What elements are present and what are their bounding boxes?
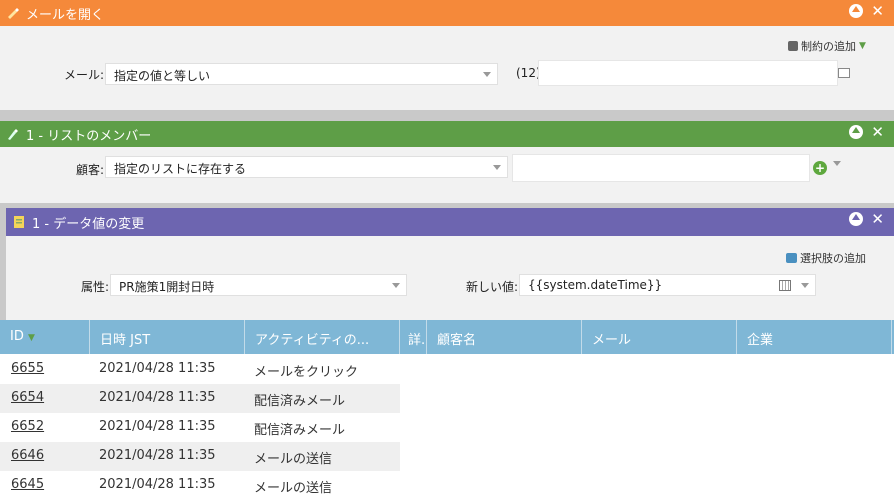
- data-change-header: 1 - データ値の変更 ✕: [6, 208, 894, 236]
- table-row[interactable]: 6645 2021/04/28 11:35 メールの送信: [0, 471, 400, 500]
- add-choice-link[interactable]: 選択肢の追加: [786, 250, 866, 266]
- column-id[interactable]: ID ▼: [0, 320, 90, 354]
- attribute-select[interactable]: PR施策1開封日時: [110, 274, 407, 296]
- email-icon: [6, 6, 20, 20]
- constraint-icon: [788, 41, 798, 51]
- close-icon[interactable]: ✕: [871, 4, 884, 19]
- lookup-icon[interactable]: [838, 68, 850, 78]
- data-change-title: 1 - データ値の変更: [32, 216, 145, 232]
- customer-operator-select[interactable]: 指定のリストに存在する: [105, 156, 508, 178]
- close-icon[interactable]: ✕: [871, 125, 884, 140]
- column-company[interactable]: 企業: [737, 320, 892, 354]
- chevron-down-icon[interactable]: [833, 161, 841, 166]
- column-customer-name[interactable]: 顧客名: [427, 320, 582, 354]
- move-up-icon[interactable]: [849, 125, 864, 139]
- activity-type: メールの送信: [254, 452, 333, 467]
- open-email-title: メールを開く: [26, 7, 105, 23]
- activity-grid: ID ▼ 日時 JST アクティビティの... 詳... 顧客名 メール 企業 …: [0, 320, 894, 502]
- mail-operator-select[interactable]: 指定の値と等しい: [105, 63, 498, 85]
- activity-datetime: 2021/04/28 11:35: [99, 419, 216, 434]
- customer-label: 顧客:: [76, 163, 105, 177]
- activity-type: メールをクリック: [254, 365, 359, 380]
- mail-value-input[interactable]: [538, 60, 838, 86]
- activity-datetime: 2021/04/28 11:35: [99, 390, 216, 405]
- open-email-header: メールを開く ✕: [0, 0, 894, 26]
- attribute-label: 属性:: [81, 280, 110, 294]
- chevron-down-icon: [392, 283, 400, 288]
- column-datetime[interactable]: 日時 JST: [90, 320, 245, 354]
- new-value-input[interactable]: {{system.dateTime}}: [519, 274, 816, 296]
- open-email-panel: 制約の追加 ▼ メール: 指定の値と等しい (12) -: [0, 26, 894, 110]
- activity-type: 配信済みメール: [254, 394, 346, 409]
- table-row[interactable]: 6652 2021/04/28 11:35 配信済みメール: [0, 413, 400, 442]
- calendar-icon[interactable]: [779, 280, 791, 291]
- activity-id-link[interactable]: 6654: [11, 390, 44, 405]
- new-value-label: 新しい値:: [466, 280, 519, 294]
- move-up-icon[interactable]: [849, 212, 864, 226]
- list-member-header: 1 - リストのメンバー ✕: [0, 121, 894, 147]
- chevron-down-icon: [493, 165, 501, 170]
- choice-icon: [786, 253, 797, 263]
- filter-icon: [6, 127, 20, 141]
- table-row[interactable]: 6655 2021/04/28 11:35 メールをクリック: [0, 355, 400, 384]
- sort-desc-icon: ▼: [28, 333, 35, 343]
- table-row[interactable]: 6646 2021/04/28 11:35 メールの送信: [0, 442, 400, 471]
- grid-header: ID ▼ 日時 JST アクティビティの... 詳... 顧客名 メール 企業: [0, 320, 894, 354]
- column-email[interactable]: メール: [582, 320, 737, 354]
- table-row[interactable]: 6654 2021/04/28 11:35 配信済みメール: [0, 384, 400, 413]
- data-icon: [12, 215, 26, 229]
- chevron-down-icon: ▼: [859, 41, 866, 51]
- list-member-title: 1 - リストのメンバー: [26, 128, 152, 144]
- move-up-icon[interactable]: [849, 4, 864, 18]
- activity-id-link[interactable]: 6655: [11, 361, 44, 376]
- activity-datetime: 2021/04/28 11:35: [99, 477, 216, 492]
- activity-type: メールの送信: [254, 481, 333, 496]
- list-value-input[interactable]: [512, 154, 810, 182]
- column-activity[interactable]: アクティビティの...: [245, 320, 400, 354]
- activity-id-link[interactable]: 6645: [11, 477, 44, 492]
- activity-id-link[interactable]: 6652: [11, 419, 44, 434]
- activity-datetime: 2021/04/28 11:35: [99, 361, 216, 376]
- chevron-down-icon: [801, 283, 809, 288]
- data-change-panel: 選択肢の追加 属性: PR施策1開封日時 新しい値: {{system.date…: [6, 236, 894, 320]
- column-detail[interactable]: 詳...: [400, 320, 427, 354]
- activity-id-link[interactable]: 6646: [11, 448, 44, 463]
- activity-type: 配信済みメール: [254, 423, 346, 438]
- list-member-panel: 顧客: 指定のリストに存在する +: [0, 147, 894, 203]
- close-icon[interactable]: ✕: [871, 212, 884, 227]
- add-constraint-link[interactable]: 制約の追加 ▼: [788, 38, 866, 54]
- add-icon[interactable]: +: [813, 161, 827, 175]
- chevron-down-icon: [483, 72, 491, 77]
- activity-datetime: 2021/04/28 11:35: [99, 448, 216, 463]
- mail-label: メール:: [64, 68, 105, 82]
